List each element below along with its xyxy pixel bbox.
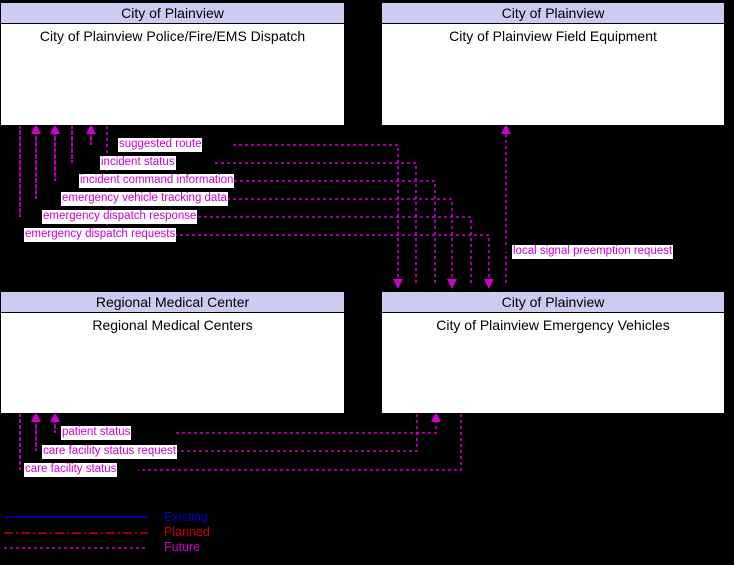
flow-label-care-facility-status-request[interactable]: care facility status request [42,445,177,459]
element-box-medical-centers[interactable]: Regional Medical Center Regional Medical… [0,291,345,414]
legend-label-existing: Existing [164,510,208,524]
element-label-dispatch: City of Plainview Police/Fire/EMS Dispat… [39,28,306,44]
element-label-emergency-vehicles: City of Plainview Emergency Vehicles [436,317,670,333]
stakeholder-label-dispatch: City of Plainview [1,3,344,24]
flow-label-suggested-route[interactable]: suggested route [118,138,203,152]
flow-label-emergency-dispatch-requests[interactable]: emergency dispatch requests [24,228,177,242]
legend-label-future: Future [164,540,201,554]
flow-label-emergency-vehicle-tracking-data[interactable]: emergency vehicle tracking data [61,192,228,206]
flow-label-patient-status[interactable]: patient status [61,426,132,440]
stakeholder-label-medical-centers: Regional Medical Center [1,292,344,313]
element-box-emergency-vehicles[interactable]: City of Plainview City of Plainview Emer… [381,291,725,414]
flow-label-emergency-dispatch-response[interactable]: emergency dispatch response [42,210,198,224]
element-label-medical-centers: Regional Medical Centers [92,317,253,333]
stakeholder-label-field-equipment: City of Plainview [382,3,724,24]
flow-label-local-signal-preemption-request[interactable]: local signal preemption request [512,245,674,259]
flow-label-incident-status[interactable]: incident status [100,156,176,170]
flow-label-incident-command-information[interactable]: incident command information [79,174,235,188]
stakeholder-label-emergency-vehicles: City of Plainview [382,292,724,313]
interconnect-diagram: City of Plainview City of Plainview Poli… [0,0,734,565]
element-box-field-equipment[interactable]: City of Plainview City of Plainview Fiel… [381,2,725,126]
legend-label-planned: Planned [164,525,210,539]
element-box-dispatch[interactable]: City of Plainview City of Plainview Poli… [0,2,345,126]
element-label-field-equipment: City of Plainview Field Equipment [449,28,657,44]
flow-label-care-facility-status[interactable]: care facility status [24,463,118,477]
